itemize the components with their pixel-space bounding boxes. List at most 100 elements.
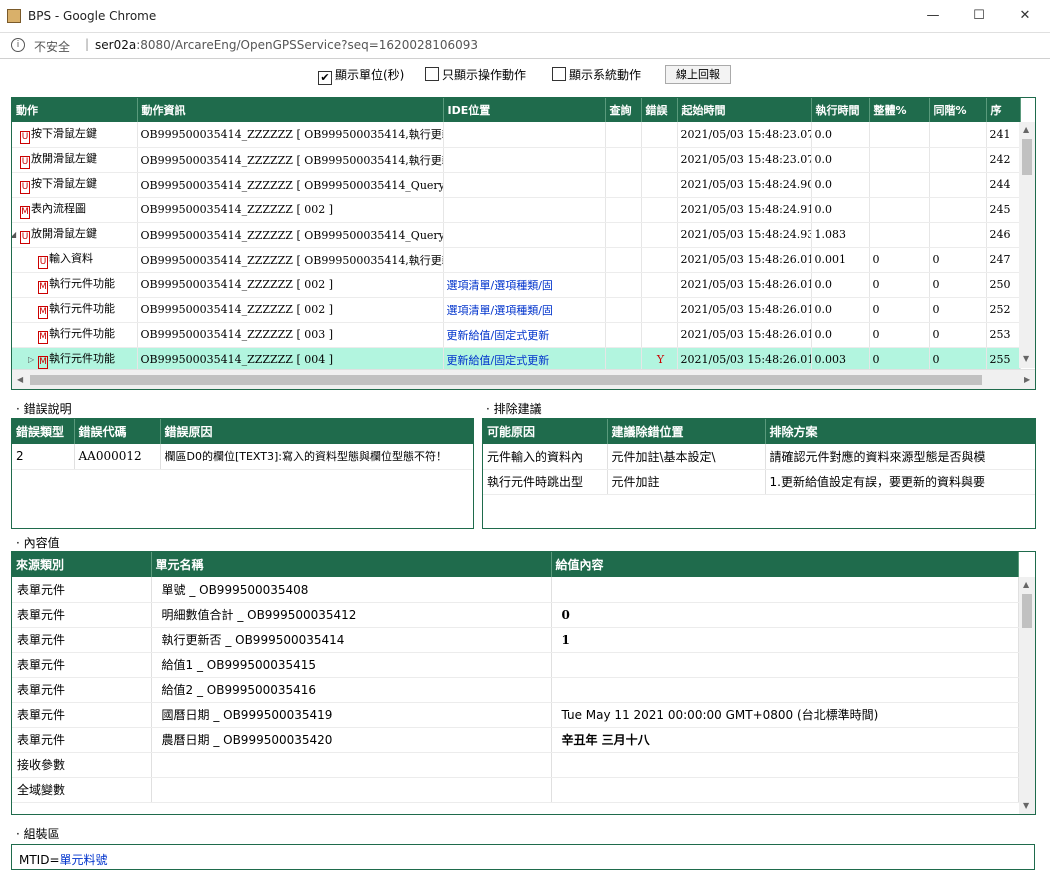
ide-position-cell[interactable] <box>443 122 606 148</box>
query-cell <box>605 172 642 198</box>
same-level-percent-cell: 0 <box>929 322 987 348</box>
option-0[interactable]: ✔ 顯示單位(秒) <box>318 66 404 85</box>
content-vertical-scrollbar[interactable]: ▲ ▼ <box>1019 577 1035 814</box>
column-header[interactable]: 查詢 <box>605 98 642 122</box>
source-type-cell: 全域變數 <box>12 777 152 803</box>
grid-horizontal-scrollbar[interactable]: ◀ ▶ <box>12 369 1035 389</box>
scroll-right-icon[interactable]: ▶ <box>1024 375 1030 384</box>
overall-percent-cell: 0 <box>869 272 930 298</box>
checkbox-icon[interactable] <box>425 67 439 81</box>
column-header[interactable]: 錯誤代碼 <box>74 419 161 444</box>
column-header[interactable]: 錯誤 <box>641 98 678 122</box>
action-type-icon: M <box>38 331 48 344</box>
table-row[interactable]: 表單元件 單號 _ OB999500035408 <box>12 577 1019 603</box>
column-header[interactable]: 整體% <box>869 98 930 122</box>
minimize-button[interactable]: — <box>918 6 948 26</box>
column-header[interactable]: 給值內容 <box>551 552 1019 577</box>
url-text[interactable]: ser02a:8080/ArcareEng/OpenGPSService?seq… <box>95 38 478 52</box>
column-header[interactable]: 同階% <box>929 98 987 122</box>
checkbox-checked-icon[interactable]: ✔ <box>318 71 332 85</box>
table-row[interactable]: 表單元件 農曆日期 _ OB999500035420 辛丑年 三月十八 <box>12 727 1019 753</box>
content-scroll-down-icon[interactable]: ▼ <box>1023 801 1029 810</box>
table-row[interactable]: 表單元件 國曆日期 _ OB999500035419 Tue May 11 2021… <box>12 702 1019 728</box>
column-header[interactable]: 執行時間 <box>811 98 870 122</box>
column-header[interactable]: 排除方案 <box>765 419 1035 444</box>
content-scroll-up-icon[interactable]: ▲ <box>1023 580 1029 589</box>
table-row[interactable]: 接收參數 <box>12 752 1019 778</box>
table-row[interactable]: M 執行元件功能 OB999500035414_ZZZZZZ [ 002 ] 選項清單… <box>12 272 1021 298</box>
assigned-value-cell <box>551 577 1019 603</box>
scroll-up-icon[interactable]: ▲ <box>1023 125 1029 134</box>
table-row[interactable]: M 表內流程圖 OB999500035414_ZZZZZZ [ 002 ] 2021/… <box>12 197 1021 223</box>
table-row[interactable]: M 執行元件功能 OB999500035414_ZZZZZZ [ 003 ] 更新給值… <box>12 322 1021 348</box>
sequence-cell: 244 <box>986 172 1021 198</box>
scroll-left-icon[interactable]: ◀ <box>17 375 23 384</box>
assembly-link[interactable]: 單元料號 <box>60 853 108 867</box>
table-row[interactable]: 表單元件 執行更新否 _ OB999500035414 1 <box>12 627 1019 653</box>
address-bar[interactable]: i 不安全 | ser02a:8080/ArcareEng/OpenGPSSer… <box>0 33 1050 59</box>
table-row[interactable]: 執行元件時跳出型 元件加註 1.更新給值設定有誤，要更新的資料與要 <box>483 469 1035 495</box>
scroll-down-icon[interactable]: ▼ <box>1023 354 1029 363</box>
table-row[interactable]: U 按下滑鼠左鍵 OB999500035414_ZZZZZZ [ OB9995000… <box>12 172 1021 198</box>
assembly-prefix: MTID= <box>19 853 60 867</box>
column-header[interactable]: 錯誤類型 <box>12 419 75 444</box>
checkbox-icon[interactable] <box>552 67 566 81</box>
assembly-field[interactable]: MTID=單元料號 <box>11 844 1035 870</box>
table-row[interactable]: U 輸入資料 OB999500035414_ZZZZZZ [ OB999500035… <box>12 247 1021 273</box>
assigned-value-cell <box>551 677 1019 703</box>
maximize-button[interactable]: ☐ <box>964 6 994 26</box>
column-header[interactable]: 錯誤原因 <box>160 419 473 444</box>
ide-position-cell[interactable]: 選項清單/選項種類/固 <box>443 272 606 298</box>
upload-report-button[interactable]: 線上回報 <box>665 65 731 84</box>
ide-position-cell[interactable] <box>443 197 606 223</box>
scroll-thumb[interactable] <box>1022 139 1032 175</box>
assigned-value-cell <box>551 777 1019 803</box>
column-header[interactable]: 建議除錯位置 <box>607 419 766 444</box>
column-header[interactable]: 動作 <box>12 98 138 122</box>
table-row[interactable]: U 按下滑鼠左鍵 OB999500035414_ZZZZZZ [ OB9995000… <box>12 122 1021 148</box>
info-icon[interactable]: i <box>11 38 25 52</box>
table-row[interactable]: 元件輸入的資料內 元件加註\基本設定\ 請確認元件對應的資料來源型態是否與模 <box>483 444 1035 470</box>
start-time-cell: 2021/05/03 15:48:23.075 <box>677 122 812 148</box>
expander-icon[interactable]: ▷ <box>28 355 36 364</box>
table-row[interactable]: 2 AA000012 欄區D0的欄位[TEXT3]:寫入的資料型態與欄位型態不符！ <box>12 444 473 470</box>
insecure-label: 不安全 <box>34 40 71 54</box>
column-header[interactable]: 起始時間 <box>677 98 812 122</box>
column-header[interactable]: 來源類別 <box>12 552 152 577</box>
ide-position-cell[interactable] <box>443 222 606 248</box>
ide-position-cell[interactable]: 更新給值/固定式更新 <box>443 322 606 348</box>
expander-icon[interactable]: ◢ <box>12 230 18 239</box>
table-row[interactable]: U 放開滑鼠左鍵 OB999500035414_ZZZZZZ [ OB9995000… <box>12 147 1021 173</box>
action-label: 輸入資料 <box>49 252 93 265</box>
grid-vertical-scrollbar[interactable]: ▲ ▼ <box>1019 122 1035 368</box>
ide-position-cell[interactable] <box>443 147 606 173</box>
ide-position-cell[interactable] <box>443 247 606 273</box>
table-row[interactable]: 表單元件 明細數值合計 _ OB999500035412 0 <box>12 602 1019 628</box>
table-row[interactable]: 表單元件 給值2 _ OB999500035416 <box>12 677 1019 703</box>
column-header[interactable]: 動作資訊 <box>137 98 444 122</box>
content-scroll-thumb[interactable] <box>1022 594 1032 628</box>
action-cell: M 執行元件功能 <box>12 322 138 348</box>
table-row[interactable]: ◢U放開滑鼠左鍵OB999500035414_ZZZZZZ [ OB999500… <box>12 222 1021 248</box>
window-title: BPS - Google Chrome <box>28 9 157 23</box>
solution-cell: 請確認元件對應的資料來源型態是否與模 <box>765 444 1035 470</box>
column-header[interactable]: 可能原因 <box>483 419 608 444</box>
query-cell <box>605 322 642 348</box>
column-header[interactable]: IDE位置 <box>443 98 606 122</box>
ide-position-cell[interactable] <box>443 172 606 198</box>
table-row[interactable]: M 執行元件功能 OB999500035414_ZZZZZZ [ 002 ] 選項清單… <box>12 297 1021 323</box>
close-button[interactable]: ✕ <box>1010 6 1040 26</box>
action-type-icon: U <box>20 156 30 169</box>
sequence-cell: 250 <box>986 272 1021 298</box>
action-label: 執行元件功能 <box>49 277 115 290</box>
hscroll-thumb[interactable] <box>30 375 982 385</box>
sequence-cell: 252 <box>986 297 1021 323</box>
table-row[interactable]: 全域變數 <box>12 777 1019 803</box>
table-row[interactable]: 表單元件 給值1 _ OB999500035415 <box>12 652 1019 678</box>
action-grid: 動作 動作資訊 IDE位置 查詢 錯誤 起始時間 執行時間 整體% 同階% 序 U 按下滑鼠左鍵 OB… <box>11 97 1036 390</box>
option-2[interactable]: 顯示系統動作 <box>552 66 641 82</box>
column-header[interactable]: 單元名稱 <box>151 552 552 577</box>
column-header[interactable]: 序 <box>986 98 1021 122</box>
option-1[interactable]: 只顯示操作動作 <box>425 66 526 82</box>
ide-position-cell[interactable]: 選項清單/選項種類/固 <box>443 297 606 323</box>
